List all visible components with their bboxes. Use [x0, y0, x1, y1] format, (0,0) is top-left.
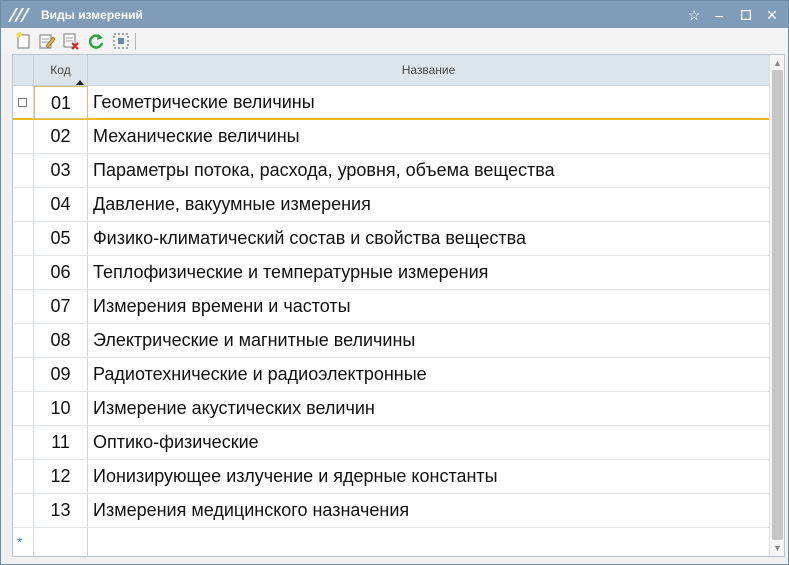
sort-ascending-icon	[76, 80, 84, 85]
toolbar-separator	[135, 33, 136, 50]
edit-icon[interactable]	[38, 32, 56, 50]
row-selector[interactable]	[13, 494, 34, 527]
table-row[interactable]: 05 Физико-климатический состав и свойств…	[13, 222, 769, 256]
name-cell[interactable]: Электрические и магнитные величины	[93, 324, 763, 357]
app-window: Виды измерений ☆ – ✕ Код Название 01 Гео…	[0, 0, 789, 565]
name-cell[interactable]: Ионизирующее излучение и ядерные констан…	[93, 460, 763, 493]
code-cell[interactable]: 01	[34, 86, 88, 119]
code-cell[interactable]: 06	[34, 256, 88, 289]
table-row[interactable]: 02 Механические величины	[13, 120, 769, 154]
table-row[interactable]: 03 Параметры потока, расхода, уровня, об…	[13, 154, 769, 188]
name-cell[interactable]: Оптико-физические	[93, 426, 763, 459]
create-icon[interactable]	[15, 32, 33, 50]
table-row[interactable]: 04 Давление, вакуумные измерения	[13, 188, 769, 222]
row-selector[interactable]	[13, 358, 34, 391]
code-cell[interactable]	[34, 528, 88, 556]
name-cell[interactable]: Геометрические величины	[93, 86, 763, 119]
table-body: 01 Геометрические величины 02 Механическ…	[13, 86, 769, 556]
table-row[interactable]: 13 Измерения медицинского назначения	[13, 494, 769, 528]
code-cell[interactable]: 05	[34, 222, 88, 255]
row-selector[interactable]	[13, 324, 34, 357]
measurement-types-table: Код Название 01 Геометрические величины …	[12, 54, 785, 557]
table-row[interactable]: 09 Радиотехнические и радиоэлектронные	[13, 358, 769, 392]
table-row[interactable]: 07 Измерения времени и частоты	[13, 290, 769, 324]
code-cell[interactable]: 11	[34, 426, 88, 459]
table-row[interactable]: 12 Ионизирующее излучение и ядерные конс…	[13, 460, 769, 494]
minimize-button[interactable]: –	[708, 4, 730, 26]
row-selector[interactable]	[13, 86, 34, 119]
code-cell[interactable]: 10	[34, 392, 88, 425]
name-cell[interactable]: Измерения времени и частоты	[93, 290, 763, 323]
table-row[interactable]: 06 Теплофизические и температурные измер…	[13, 256, 769, 290]
row-selector[interactable]	[13, 120, 34, 153]
new-row[interactable]: *	[13, 528, 769, 556]
row-selector[interactable]	[13, 392, 34, 425]
row-selector[interactable]	[13, 256, 34, 289]
favorite-button[interactable]: ☆	[683, 4, 705, 26]
window-title: Виды измерений	[41, 8, 143, 22]
code-cell[interactable]: 12	[34, 460, 88, 493]
header-name[interactable]: Название	[88, 55, 769, 86]
code-cell[interactable]: 03	[34, 154, 88, 187]
scrollbar-thumb[interactable]	[772, 70, 783, 540]
toolbar	[1, 28, 788, 53]
row-selector[interactable]	[13, 460, 34, 493]
table-header: Код Название	[13, 55, 769, 86]
maximize-icon	[740, 9, 752, 21]
code-cell[interactable]: 04	[34, 188, 88, 221]
row-selector[interactable]	[13, 154, 34, 187]
name-cell[interactable]: Измерение акустических величин	[93, 392, 763, 425]
close-button[interactable]: ✕	[761, 4, 783, 26]
name-cell[interactable]: Физико-климатический состав и свойства в…	[93, 222, 763, 255]
refresh-icon[interactable]	[87, 32, 105, 50]
row-checkbox[interactable]	[18, 98, 27, 107]
row-selector[interactable]	[13, 188, 34, 221]
name-cell[interactable]: Теплофизические и температурные измерени…	[93, 256, 763, 289]
name-cell[interactable]: Механические величины	[93, 120, 763, 153]
code-cell[interactable]: 13	[34, 494, 88, 527]
code-cell[interactable]: 08	[34, 324, 88, 357]
row-selector[interactable]	[13, 426, 34, 459]
name-cell[interactable]: Параметры потока, расхода, уровня, объем…	[93, 154, 763, 187]
app-logo-icon	[8, 8, 30, 22]
row-selector[interactable]	[13, 290, 34, 323]
table-row[interactable]: 08 Электрические и магнитные величины	[13, 324, 769, 358]
row-selector[interactable]: *	[13, 528, 34, 556]
minimize-icon: –	[715, 7, 723, 23]
close-icon: ✕	[766, 7, 778, 23]
code-cell[interactable]: 02	[34, 120, 88, 153]
table-row[interactable]: 11 Оптико-физические	[13, 426, 769, 460]
star-outline-icon: ☆	[687, 7, 701, 23]
maximize-button[interactable]	[735, 4, 757, 26]
select-area-icon[interactable]	[112, 32, 130, 50]
scroll-up-icon[interactable]: ▲	[772, 58, 783, 68]
name-cell[interactable]: Радиотехнические и радиоэлектронные	[93, 358, 763, 391]
code-cell[interactable]: 07	[34, 290, 88, 323]
title-bar: Виды измерений ☆ – ✕	[1, 1, 788, 28]
row-selector[interactable]	[13, 222, 34, 255]
name-cell[interactable]: Давление, вакуумные измерения	[93, 188, 763, 221]
name-cell[interactable]: Измерения медицинского назначения	[93, 494, 763, 527]
new-row-icon: *	[17, 534, 23, 550]
vertical-scrollbar[interactable]: ▲ ▼	[769, 55, 784, 556]
scroll-down-icon[interactable]: ▼	[772, 543, 783, 553]
table-row[interactable]: 01 Геометрические величины	[13, 86, 769, 120]
code-cell[interactable]: 09	[34, 358, 88, 391]
header-select-column	[13, 55, 34, 86]
table-row[interactable]: 10 Измерение акустических величин	[13, 392, 769, 426]
mark-delete-icon[interactable]	[62, 32, 80, 50]
